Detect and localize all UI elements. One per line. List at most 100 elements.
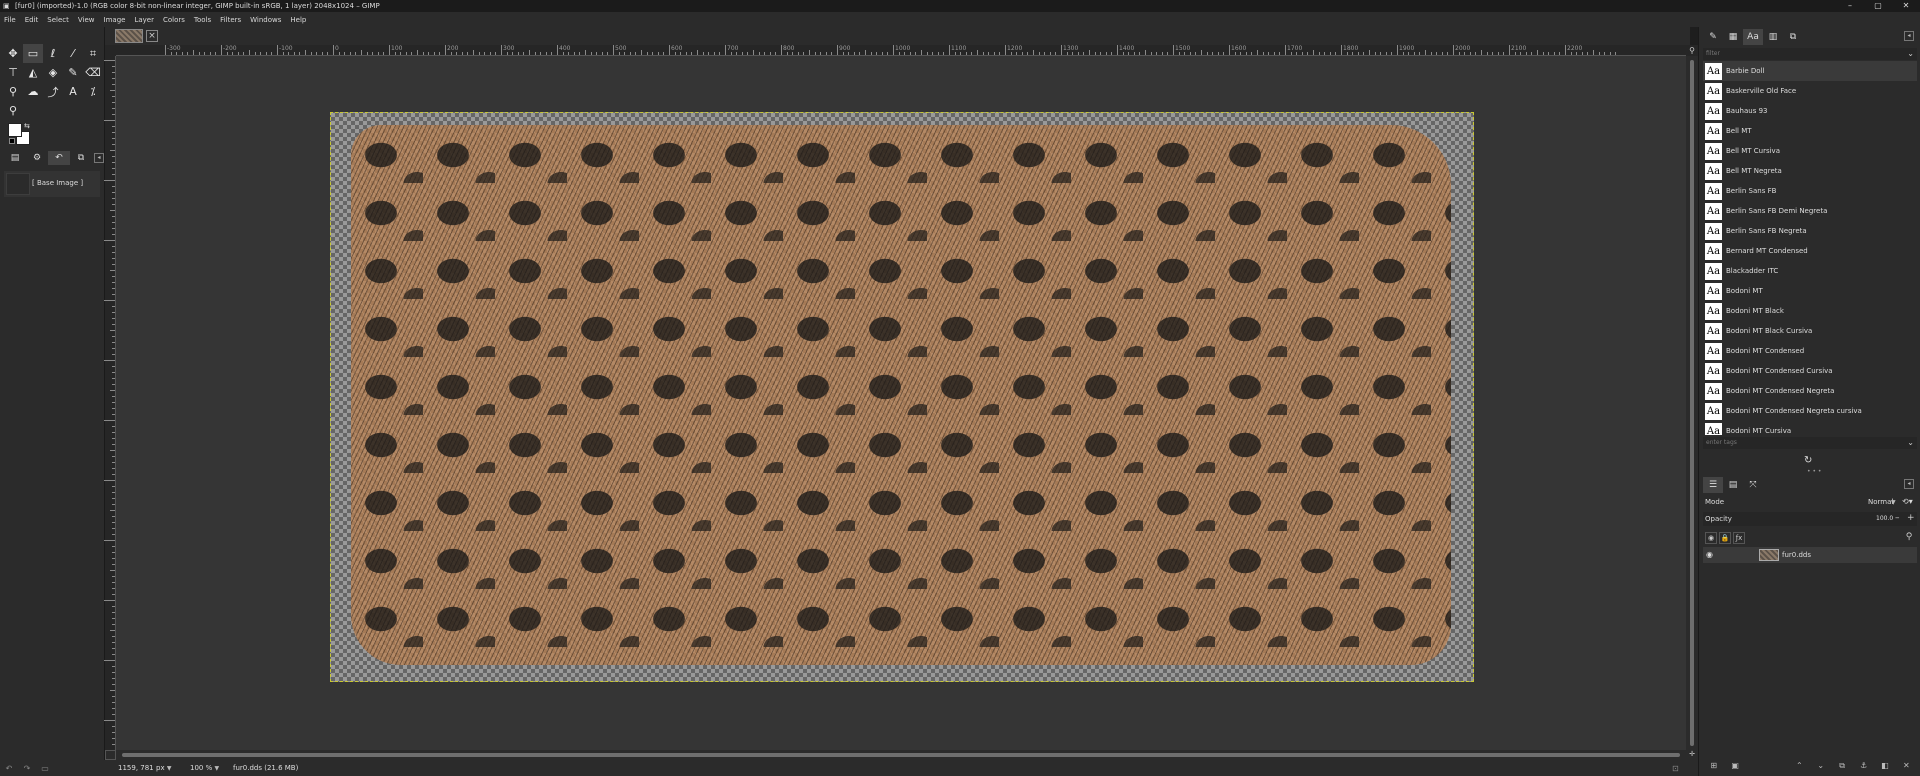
clone-tool-icon[interactable]: ⚲ [3,82,23,101]
opacity-decrease-icon[interactable]: – [1895,513,1900,523]
opacity-spinner[interactable]: Opacity 100.0 – + [1703,512,1917,526]
font-list-item[interactable]: Aa Berlin Sans FB Demi Negreta [1703,201,1917,221]
eraser-tool-icon[interactable]: ⌫ [83,63,103,82]
menu-edit[interactable]: Edit [25,16,39,24]
font-list-item[interactable]: Aa Berlin Sans FB [1703,181,1917,201]
blend-options-icon[interactable]: ⟲▾ [1902,497,1913,506]
vertical-scrollbar[interactable] [1686,56,1698,750]
anchor-layer-icon[interactable]: ⚓ [1853,761,1874,775]
unit-selector[interactable]: px ▼ [156,764,171,772]
menu-filters[interactable]: Filters [220,16,241,24]
zoom-selector[interactable]: 100 % ▼ [190,764,219,772]
horizontal-scrollbar-thumb[interactable] [122,753,1680,757]
menu-image[interactable]: Image [104,16,126,24]
font-list[interactable]: Aa Barbie Doll Aa Baskerville Old Face Aa Bau… [1703,61,1917,435]
menu-file[interactable]: File [4,16,16,24]
free-select-tool-icon[interactable]: ℓ [43,44,63,63]
chevron-down-icon[interactable]: ⌄ [1907,437,1914,449]
undo-history-base-image[interactable]: [ Base Image ] [4,171,100,197]
font-list-item[interactable]: Aa Bell MT Negreta [1703,161,1917,181]
refresh-fonts-icon[interactable]: ↻ [1804,455,1812,466]
lock-visibility-icon[interactable]: ◉ [1705,532,1717,544]
status-cancel-icon[interactable]: ⊡ [1672,764,1679,773]
font-list-item[interactable]: Aa Bauhaus 93 [1703,101,1917,121]
palettes-tab-icon[interactable]: ⧉ [1783,29,1803,45]
layer-mask-icon[interactable]: ◧ [1874,761,1895,775]
rect-select-tool-icon[interactable]: ▭ [23,44,43,63]
bucket-fill-tool-icon[interactable]: ◈ [43,63,63,82]
menu-view[interactable]: View [78,16,95,24]
lower-layer-icon[interactable]: ⌄ [1810,761,1831,775]
horizontal-ruler[interactable]: -300 -200 -100 0 100 200 300 400 500 600 700 800 900… [116,45,1686,56]
unified-transform-tool-icon[interactable]: ⊤ [3,63,23,82]
mode-select[interactable]: Normal [1868,498,1893,506]
delete-layer-icon[interactable]: ✕ [1896,761,1917,775]
font-list-item[interactable]: Aa Barbie Doll [1703,61,1917,81]
tool-options-tab-icon[interactable]: ▤ [4,151,26,165]
fonts-tab-icon[interactable]: Aa [1743,29,1763,45]
patterns-tab-icon[interactable]: ▦ [1723,29,1743,45]
foreground-color-swatch[interactable] [8,123,22,137]
layer-search-icon[interactable]: ⚲ [1903,532,1915,544]
image-canvas[interactable] [330,112,1474,682]
font-list-item[interactable]: Aa Bell MT Cursiva [1703,141,1917,161]
vertical-scrollbar-thumb[interactable] [1690,60,1694,746]
menu-select[interactable]: Select [47,16,69,24]
layers-menu-icon[interactable]: ◂ [1904,479,1914,489]
raise-layer-icon[interactable]: ⌃ [1789,761,1810,775]
smudge-tool-icon[interactable]: ☁ [23,82,43,101]
device-status-tab-icon[interactable]: ⚙ [26,151,48,165]
fuzzy-select-tool-icon[interactable]: ⁄ [63,44,83,63]
crop-tool-icon[interactable]: ⌗ [83,44,103,63]
font-list-item[interactable]: Aa Berlin Sans FB Negreta [1703,221,1917,241]
color-picker-tool-icon[interactable]: ⁒ [83,82,103,101]
font-list-item[interactable]: Aa Bodoni MT Condensed Negreta cursiva [1703,401,1917,421]
vertical-ruler[interactable] [104,56,116,750]
font-list-item[interactable]: Aa Bodoni MT Condensed Cursiva [1703,361,1917,381]
clear-icon[interactable]: ▭ [36,764,54,773]
text-tool-icon[interactable]: A [63,82,83,101]
redo-icon[interactable]: ↷ [18,764,36,773]
swap-colors-icon[interactable]: ⇆ [24,122,30,130]
channels-tab-icon[interactable]: ▤ [1723,477,1743,493]
chevron-down-icon[interactable]: ⌄ [1907,48,1914,60]
zoom-tool-icon[interactable]: ⚲ [3,101,23,120]
font-list-item[interactable]: Aa Bodoni MT Black Cursiva [1703,321,1917,341]
chevron-down-icon[interactable]: ▼ [1891,499,1896,506]
undo-icon[interactable]: ↶ [0,764,18,773]
default-colors-icon[interactable] [9,138,15,144]
layers-tab-icon[interactable]: ☰ [1703,477,1723,493]
duplicate-layer-icon[interactable]: ⧉ [1831,761,1852,775]
menu-colors[interactable]: Colors [163,16,185,24]
menu-windows[interactable]: Windows [250,16,281,24]
image-tab-thumbnail[interactable] [115,29,143,43]
gradients-tab-icon[interactable]: ▥ [1763,29,1783,45]
menu-help[interactable]: Help [290,16,306,24]
font-list-item[interactable]: Aa Baskerville Old Face [1703,81,1917,101]
warp-transform-tool-icon[interactable]: ◭ [23,63,43,82]
font-list-item[interactable]: Aa Blackadder ITC [1703,261,1917,281]
menu-tools[interactable]: Tools [194,16,211,24]
move-tool-icon[interactable]: ✥ [3,44,23,63]
image-tab-close-icon[interactable]: × [146,30,158,42]
tab-menu-icon[interactable]: ◂ [94,153,104,163]
tags-input[interactable]: enter tags ⌄ [1703,437,1917,449]
paths-tab-icon[interactable]: ⤧ [1743,477,1763,493]
maximize-button[interactable]: ▢ [1864,0,1892,12]
layer-item[interactable]: ◉ fur0.dds [1703,547,1917,563]
quick-mask-toggle[interactable] [105,750,116,760]
opacity-increase-icon[interactable]: + [1907,513,1915,523]
menu-layer[interactable]: Layer [134,16,154,24]
zoom-image-on-resize-icon[interactable]: ⚲ [1686,45,1698,56]
font-list-item[interactable]: Aa Bernard MT Condensed [1703,241,1917,261]
font-list-item[interactable]: Aa Bodoni MT Condensed [1703,341,1917,361]
opacity-value[interactable]: 100.0 [1876,515,1893,522]
new-layer-icon[interactable]: ▣ [1724,761,1745,775]
eye-icon[interactable]: ◉ [1706,550,1713,559]
lock-alpha-icon[interactable]: ƒx [1733,532,1745,544]
paths-tool-icon[interactable]: ⤴ [43,82,63,101]
font-list-item[interactable]: Aa Bell MT [1703,121,1917,141]
ruler-corner[interactable] [105,45,116,56]
pane-handle-icon[interactable]: • • • [1807,468,1821,475]
horizontal-scrollbar[interactable] [116,750,1686,760]
